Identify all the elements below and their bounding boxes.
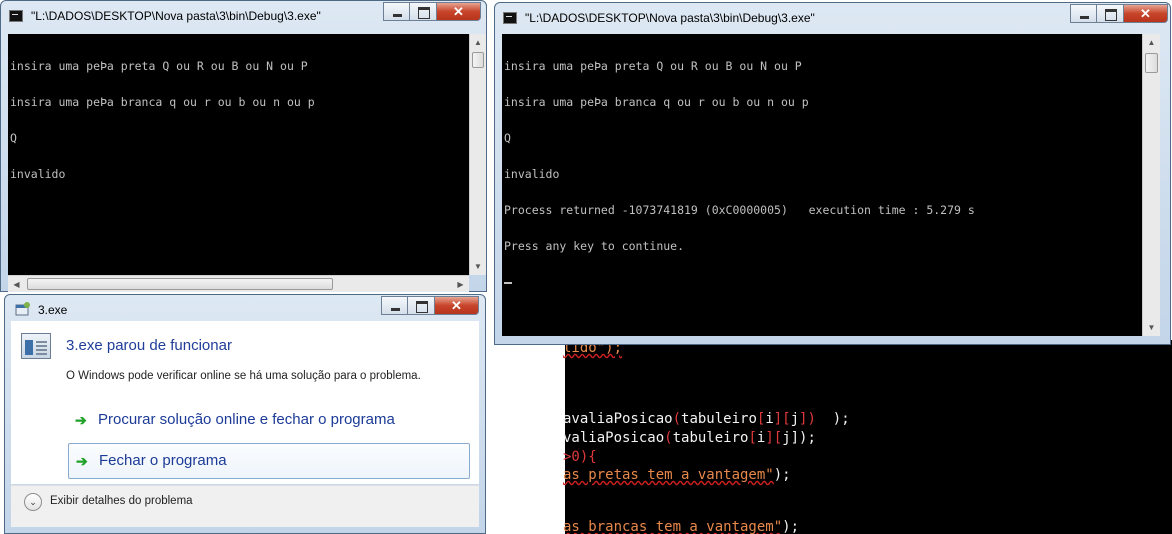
code-line: >0){ [563, 449, 597, 465]
code-token: tabuleiro [681, 411, 757, 427]
code-line: as pretas tem a vantagem"); [563, 467, 791, 483]
code-token: ][ [773, 411, 791, 427]
window-title: "L:\DADOS\DESKTOP\Nova pasta\3\bin\Debug… [525, 11, 815, 25]
code-line: as brancas tem a vantagem"); [563, 519, 799, 534]
green-arrow-icon: ➔ [75, 412, 87, 428]
code-line: valiaPosicao(tabuleiro[i][j]); [563, 430, 816, 446]
code-line: avaliaPosicao(tabuleiro[i][j]) ); [563, 411, 850, 427]
scroll-up-icon[interactable]: ▲ [470, 34, 486, 51]
command-label: Fechar o programa [99, 452, 227, 469]
titlebar[interactable]: "L:\DADOS\DESKTOP\Nova pasta\3\bin\Debug… [495, 3, 1170, 33]
scrollbar-thumb[interactable] [472, 52, 484, 68]
console-cursor-line [504, 276, 1140, 288]
close-button[interactable] [437, 2, 481, 21]
scroll-up-icon[interactable]: ▲ [1143, 34, 1160, 51]
maximize-button[interactable] [410, 2, 437, 21]
scrollbar-thumb[interactable] [1145, 53, 1158, 73]
maximize-button[interactable] [1097, 4, 1124, 23]
chevron-down-icon[interactable]: ⌄ [24, 493, 42, 511]
green-arrow-icon: ➔ [76, 453, 88, 469]
console-line: insira uma peÞa preta Q ou R ou B ou N o… [504, 59, 802, 73]
window-title: "L:\DADOS\DESKTOP\Nova pasta\3\bin\Debug… [31, 9, 321, 23]
close-program-button[interactable]: ➔ Fechar o programa [68, 443, 470, 479]
scroll-left-icon[interactable]: ◀ [8, 276, 25, 293]
console-line: Press any key to continue. [504, 239, 685, 253]
scroll-down-icon[interactable]: ▼ [1143, 319, 1160, 336]
code-token: ][ [765, 430, 783, 446]
code-token: j [782, 430, 791, 446]
dialog-title: 3.exe [38, 303, 68, 317]
code-token: ( [664, 430, 673, 446]
scroll-right-icon[interactable]: ▶ [452, 276, 469, 293]
code-token: as brancas tem a vantagem" [563, 519, 783, 534]
console-line: insira uma peÞa branca q ou r ou b ou n … [10, 95, 315, 109]
scroll-down-icon[interactable]: ▼ [470, 258, 486, 275]
dialog-heading: 3.exe parou de funcionar [66, 337, 232, 354]
code-token: ]); [790, 430, 816, 446]
error-dialog[interactable]: 3.exe 3.exe parou de funcionar O Windows… [4, 294, 486, 534]
dialog-description: O Windows pode verificar online se há um… [66, 370, 421, 382]
maximize-button[interactable] [408, 296, 435, 315]
code-token: ]) [799, 411, 816, 427]
console-line: Process returned -1073741819 (0xC0000005… [504, 203, 975, 217]
show-details-link[interactable]: Exibir detalhes do problema [50, 495, 193, 507]
scrollbar-thumb[interactable] [27, 278, 333, 290]
console-line: invalido [10, 167, 66, 181]
code-token: ); [832, 411, 850, 427]
close-button[interactable] [1124, 4, 1168, 23]
console-window-right[interactable]: "L:\DADOS\DESKTOP\Nova pasta\3\bin\Debug… [494, 2, 1171, 345]
console-icon [9, 10, 23, 22]
code-token: [ [748, 430, 757, 446]
app-window-icon [15, 302, 30, 316]
code-token: tabuleiro [672, 430, 749, 446]
command-label: Procurar solução online e fechar o progr… [98, 411, 395, 428]
code-token: ); [782, 519, 800, 534]
console-line: Q [10, 131, 17, 145]
editor-gutter [490, 340, 565, 534]
vertical-scrollbar[interactable]: ▲ ▼ [1142, 34, 1160, 336]
minimize-button[interactable] [383, 2, 410, 21]
console-line: insira uma peÞa branca q ou r ou b ou n … [504, 95, 809, 109]
console-line: Q [504, 131, 511, 145]
code-token: valiaPosicao [563, 430, 665, 446]
console-icon [503, 12, 517, 24]
dialog-footer: ⌄ Exibir detalhes do problema [11, 485, 479, 527]
console-line: invalido [504, 167, 560, 181]
code-token: >0){ [563, 449, 597, 465]
console-window-left[interactable]: "L:\DADOS\DESKTOP\Nova pasta\3\bin\Debug… [0, 0, 487, 292]
code-token: j [790, 411, 800, 427]
code-token: as pretas tem a vantagem" [563, 467, 774, 483]
minimize-button[interactable] [1070, 4, 1097, 23]
dialog-body: 3.exe parou de funcionar O Windows pode … [11, 321, 479, 484]
code-token: avaliaPosicao [563, 411, 673, 427]
text-cursor [504, 281, 512, 284]
titlebar[interactable]: "L:\DADOS\DESKTOP\Nova pasta\3\bin\Debug… [1, 1, 486, 31]
console-line: insira uma peÞa preta Q ou R ou B ou N o… [10, 59, 308, 73]
horizontal-scrollbar[interactable]: ◀ ▶ [8, 275, 469, 292]
code-token: i [765, 411, 774, 427]
search-online-button[interactable]: ➔ Procurar solução online e fechar o pro… [68, 403, 470, 439]
vertical-scrollbar[interactable]: ▲ ▼ [469, 34, 486, 275]
console-output[interactable]: insira uma peÞa preta Q ou R ou B ou N o… [502, 34, 1142, 336]
code-token: ( [672, 411, 682, 427]
code-token: ); [773, 467, 791, 483]
minimize-button[interactable] [381, 296, 408, 315]
close-button[interactable] [435, 296, 479, 315]
console-output[interactable]: insira uma peÞa preta Q ou R ou B ou N o… [8, 34, 469, 275]
program-icon [21, 333, 51, 359]
